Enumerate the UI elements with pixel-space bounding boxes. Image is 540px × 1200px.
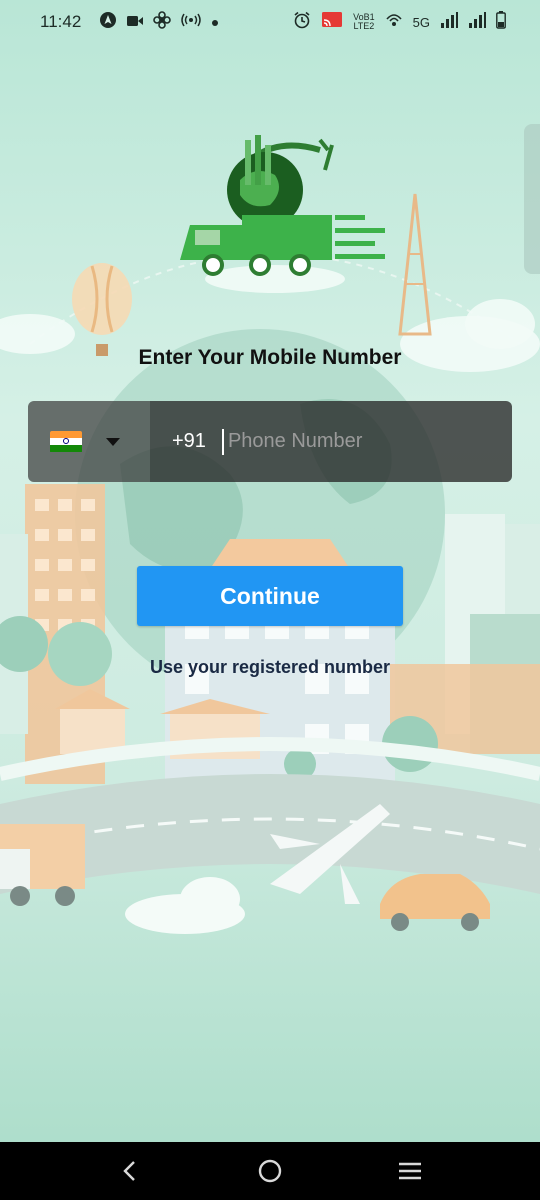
phone-number-box: +91 <box>28 401 512 482</box>
navigation-icon <box>99 11 117 34</box>
hotspot-icon <box>181 12 202 33</box>
alarm-icon <box>293 11 311 34</box>
registered-number-hint: Use your registered number <box>149 657 391 677</box>
battery-icon <box>496 10 506 34</box>
status-right: VoB1 LTE2 5G <box>293 10 506 34</box>
cast-icon <box>321 11 343 34</box>
phone-number-input[interactable] <box>225 429 490 454</box>
text-cursor <box>221 428 224 455</box>
phone-number-area: +91 <box>150 401 512 482</box>
page-title: Enter Your Mobile Number <box>138 346 402 369</box>
continue-button[interactable]: Continue <box>137 566 403 626</box>
navigation-bar <box>0 1142 540 1200</box>
logistics-logo <box>180 135 385 276</box>
video-icon <box>127 12 144 32</box>
status-bar: 11:42 VoB1 LTE2 5G <box>0 0 540 44</box>
status-left: 11:42 <box>40 10 219 34</box>
volte-icon: VoB1 LTE2 <box>353 13 375 31</box>
signal-icon <box>440 11 458 33</box>
side-panel-handle[interactable] <box>524 124 540 274</box>
home-icon[interactable] <box>250 1151 290 1191</box>
fan-icon <box>153 10 172 34</box>
country-picker[interactable] <box>28 401 150 482</box>
network-type: 5G <box>412 14 430 30</box>
dial-code: +91 <box>172 430 206 452</box>
wifi-calling-icon <box>385 11 403 34</box>
volte-line2: LTE2 <box>353 21 375 31</box>
dot-icon <box>211 12 219 32</box>
india-flag-icon <box>50 430 82 453</box>
recents-icon[interactable] <box>390 1151 430 1191</box>
dropdown-caret-icon <box>106 437 120 446</box>
status-time: 11:42 <box>40 12 82 31</box>
back-icon[interactable] <box>110 1151 150 1191</box>
signal-icon-2 <box>468 11 486 33</box>
